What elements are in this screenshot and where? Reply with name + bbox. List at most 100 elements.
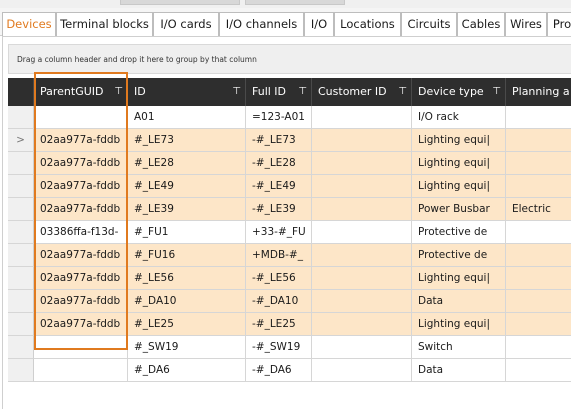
table-row[interactable]: 02aa977a-fddb #_LE25 -#_LE25 Lighting equi| — [8, 313, 571, 336]
cell-parentguid[interactable]: 02aa977a-fddb — [34, 290, 128, 313]
cell-parentguid[interactable] — [34, 359, 128, 382]
cell-id[interactable]: #_DA10 — [128, 290, 246, 313]
cell-parentguid[interactable]: 02aa977a-fddb — [34, 152, 128, 175]
cell-customer-id[interactable] — [312, 198, 412, 221]
column-header-id[interactable]: ID ⊤ — [128, 78, 246, 106]
cell-planning[interactable] — [506, 221, 571, 244]
cell-planning[interactable] — [506, 267, 571, 290]
table-row[interactable]: #_DA6 -#_DA6 Data — [8, 359, 571, 382]
cell-id[interactable]: #_SW19 — [128, 336, 246, 359]
table-row[interactable]: 02aa977a-fddb #_DA10 -#_DA10 Data — [8, 290, 571, 313]
cell-full-id[interactable]: -#_LE39 — [246, 198, 312, 221]
cell-full-id[interactable]: -#_SW19 — [246, 336, 312, 359]
tab-io[interactable]: I/O — [304, 12, 334, 36]
cell-customer-id[interactable] — [312, 175, 412, 198]
table-row[interactable]: 02aa977a-fddb #_LE49 -#_LE49 Lighting equi| — [8, 175, 571, 198]
cell-parentguid[interactable]: 02aa977a-fddb — [34, 175, 128, 198]
table-row[interactable]: #_SW19 -#_SW19 Switch — [8, 336, 571, 359]
cell-id[interactable]: A01 — [128, 106, 246, 129]
cell-device-type[interactable]: Switch — [412, 336, 506, 359]
column-header-customer-id[interactable]: Customer ID ⊤ — [312, 78, 412, 106]
cell-device-type[interactable]: Data — [412, 290, 506, 313]
cell-planning[interactable] — [506, 106, 571, 129]
row-selector[interactable] — [8, 198, 34, 221]
filter-icon[interactable]: ⊤ — [114, 78, 123, 106]
cell-customer-id[interactable] — [312, 359, 412, 382]
cell-planning[interactable] — [506, 129, 571, 152]
column-header-full-id[interactable]: Full ID ⊤ — [246, 78, 312, 106]
cell-device-type[interactable]: Protective de — [412, 244, 506, 267]
table-row[interactable]: 02aa977a-fddb #_LE28 -#_LE28 Lighting equi| — [8, 152, 571, 175]
cell-id[interactable]: #_LE56 — [128, 267, 246, 290]
table-row[interactable]: 02aa977a-fddb #_FU16 +MDB-#_ Protective de — [8, 244, 571, 267]
row-selector[interactable] — [8, 267, 34, 290]
cell-device-type[interactable]: Lighting equi| — [412, 175, 506, 198]
row-selector[interactable] — [8, 106, 34, 129]
cell-full-id[interactable]: +MDB-#_ — [246, 244, 312, 267]
tab-pro[interactable]: Pro — [547, 12, 571, 36]
cell-parentguid[interactable]: 02aa977a-fddb — [34, 267, 128, 290]
tab-wires[interactable]: Wires — [505, 12, 547, 36]
cell-id[interactable]: #_FU16 — [128, 244, 246, 267]
filter-icon[interactable]: ⊤ — [492, 78, 501, 106]
cell-parentguid[interactable]: 03386ffa-f13d- — [34, 221, 128, 244]
cell-device-type[interactable]: Data — [412, 359, 506, 382]
row-selector[interactable] — [8, 359, 34, 382]
row-selector[interactable] — [8, 313, 34, 336]
cell-customer-id[interactable] — [312, 313, 412, 336]
row-selector[interactable] — [8, 290, 34, 313]
cell-device-type[interactable]: Lighting equi| — [412, 267, 506, 290]
row-selector[interactable]: > — [8, 129, 34, 152]
table-row[interactable]: 03386ffa-f13d- #_FU1 +33-#_FU Protective de — [8, 221, 571, 244]
cell-id[interactable]: #_LE73 — [128, 129, 246, 152]
cell-device-type[interactable]: Lighting equi| — [412, 313, 506, 336]
cell-id[interactable]: #_FU1 — [128, 221, 246, 244]
table-row[interactable]: 02aa977a-fddb #_LE56 -#_LE56 Lighting equi| — [8, 267, 571, 290]
row-selector[interactable] — [8, 175, 34, 198]
cell-device-type[interactable]: Lighting equi| — [412, 152, 506, 175]
column-header-device-type[interactable]: Device type ⊤ — [412, 78, 506, 106]
cell-full-id[interactable]: +33-#_FU — [246, 221, 312, 244]
cell-planning[interactable] — [506, 336, 571, 359]
row-selector[interactable] — [8, 152, 34, 175]
cell-full-id[interactable]: -#_LE49 — [246, 175, 312, 198]
cell-device-type[interactable]: Power Busbar — [412, 198, 506, 221]
cell-customer-id[interactable] — [312, 244, 412, 267]
row-selector[interactable] — [8, 221, 34, 244]
column-header-parentguid[interactable]: ParentGUID ⊤ — [34, 78, 128, 106]
cell-device-type[interactable]: Lighting equi| — [412, 129, 506, 152]
table-row[interactable]: 02aa977a-fddb #_LE39 -#_LE39 Power Busbar El… — [8, 198, 571, 221]
cell-parentguid[interactable]: 02aa977a-fddb — [34, 313, 128, 336]
cell-planning[interactable] — [506, 244, 571, 267]
cell-planning[interactable] — [506, 152, 571, 175]
tab-circuits[interactable]: Circuits — [401, 12, 457, 36]
cell-customer-id[interactable] — [312, 221, 412, 244]
filter-icon[interactable]: ⊤ — [298, 78, 307, 106]
cell-planning[interactable] — [506, 175, 571, 198]
tab-devices[interactable]: Devices — [2, 12, 56, 37]
tab-terminal-blocks[interactable]: Terminal blocks — [56, 12, 153, 36]
cell-planning[interactable] — [506, 359, 571, 382]
cell-full-id[interactable]: -#_DA6 — [246, 359, 312, 382]
cell-customer-id[interactable] — [312, 129, 412, 152]
cell-full-id[interactable]: -#_DA10 — [246, 290, 312, 313]
table-row[interactable]: >02aa977a-fddb #_LE73 -#_LE73 Lighting equi… — [8, 129, 571, 152]
cell-parentguid[interactable] — [34, 336, 128, 359]
tab-io-channels[interactable]: I/O channels — [219, 12, 304, 36]
tab-cables[interactable]: Cables — [457, 12, 505, 36]
cell-parentguid[interactable]: 02aa977a-fddb — [34, 129, 128, 152]
cell-customer-id[interactable] — [312, 267, 412, 290]
cell-parentguid[interactable]: 02aa977a-fddb — [34, 244, 128, 267]
cell-planning[interactable] — [506, 290, 571, 313]
cell-id[interactable]: #_LE39 — [128, 198, 246, 221]
cell-id[interactable]: #_LE25 — [128, 313, 246, 336]
cell-id[interactable]: #_DA6 — [128, 359, 246, 382]
cell-full-id[interactable]: -#_LE25 — [246, 313, 312, 336]
cell-id[interactable]: #_LE28 — [128, 152, 246, 175]
cell-parentguid[interactable] — [34, 106, 128, 129]
cell-parentguid[interactable]: 02aa977a-fddb — [34, 198, 128, 221]
cell-customer-id[interactable] — [312, 336, 412, 359]
table-row[interactable]: A01 =123-A01 I/O rack — [8, 106, 571, 129]
row-selector[interactable] — [8, 244, 34, 267]
cell-device-type[interactable]: I/O rack — [412, 106, 506, 129]
